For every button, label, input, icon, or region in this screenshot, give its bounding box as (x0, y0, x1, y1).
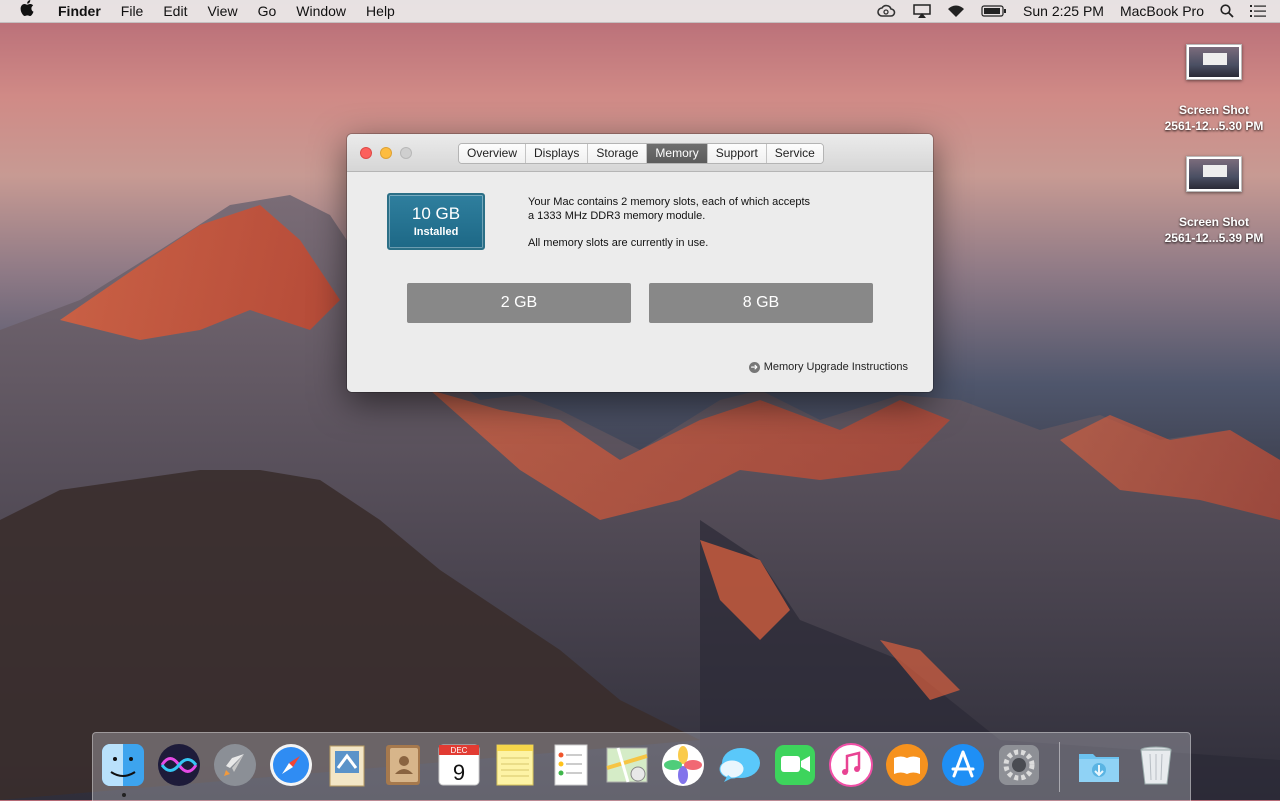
desktop-file-name-line1: Screen Shot (1178, 103, 1250, 117)
memory-slot-2: 8 GB (649, 283, 873, 323)
desktop-wallpaper (0, 195, 1280, 800)
calendar-day-label: 9 (453, 760, 465, 785)
close-window-button[interactable] (360, 147, 372, 159)
dock-photos[interactable] (658, 740, 708, 790)
menu-help[interactable]: Help (356, 0, 405, 22)
screenshot-thumbnail-icon (1186, 44, 1242, 80)
calendar-icon: DEC 9 (438, 744, 480, 786)
photos-icon (662, 744, 704, 786)
spotlight-search-icon[interactable] (1212, 0, 1242, 22)
mail-icon (329, 745, 365, 787)
trash-icon (1140, 746, 1172, 785)
menu-window[interactable]: Window (286, 0, 356, 22)
app-store-icon (942, 744, 984, 786)
wifi-icon[interactable] (939, 0, 973, 22)
menu-go[interactable]: Go (248, 0, 287, 22)
segmented-tab-control: Overview Displays Storage Memory Support… (458, 143, 824, 164)
menu-edit[interactable]: Edit (153, 0, 197, 22)
tab-overview[interactable]: Overview (459, 144, 527, 163)
screenshot-thumbnail-icon (1186, 156, 1242, 192)
dock-ibooks[interactable] (882, 740, 932, 790)
menu-view[interactable]: View (197, 0, 247, 22)
creative-cloud-icon[interactable] (869, 0, 905, 22)
tab-memory[interactable]: Memory (647, 144, 708, 163)
user-menu[interactable]: MacBook Pro (1112, 0, 1212, 22)
dock-system-preferences[interactable] (994, 740, 1044, 790)
menu-app-name[interactable]: Finder (48, 0, 111, 22)
dock-safari[interactable] (266, 740, 316, 790)
notes-icon (496, 744, 534, 786)
desktop-file-screenshot-2[interactable]: Screen Shot 2561-12...5.39 PM (1159, 156, 1269, 246)
dock-reminders[interactable] (546, 740, 596, 790)
dock-mail[interactable] (322, 740, 372, 790)
downloads-folder-icon (1079, 754, 1119, 782)
dock-contacts[interactable] (378, 740, 428, 790)
ibooks-icon (886, 744, 928, 786)
itunes-icon (829, 743, 873, 787)
safari-icon (270, 744, 312, 786)
siri-icon (158, 744, 200, 786)
description-line-1: Your Mac contains 2 memory slots, each o… (528, 196, 811, 208)
dock-trash[interactable] (1131, 740, 1181, 790)
menu-bar: Finder File Edit View Go Window Help Sun… (0, 0, 1280, 23)
dock-separator (1059, 742, 1060, 792)
menu-file[interactable]: File (111, 0, 154, 22)
dock-facetime[interactable] (770, 740, 820, 790)
desktop-file-name-line2: 2561-12...5.39 PM (1164, 231, 1264, 245)
installed-memory-badge: 10 GB Installed (387, 193, 485, 250)
dock-launchpad[interactable] (210, 740, 260, 790)
window-titlebar[interactable]: Overview Displays Storage Memory Support… (347, 134, 933, 172)
tab-service[interactable]: Service (766, 144, 823, 163)
about-this-mac-window: Overview Displays Storage Memory Support… (347, 134, 933, 392)
tab-storage[interactable]: Storage (588, 144, 648, 163)
airplay-icon[interactable] (905, 0, 939, 22)
battery-icon[interactable] (973, 0, 1015, 22)
running-indicator (122, 793, 126, 797)
memory-description: Your Mac contains 2 memory slots, each o… (528, 195, 858, 250)
installed-memory-amount: 10 GB (411, 204, 461, 223)
tab-support[interactable]: Support (707, 144, 767, 163)
arrow-right-circle-icon: ➜ (748, 361, 760, 373)
contacts-icon (386, 745, 420, 785)
dock-notes[interactable] (490, 740, 540, 790)
dock-app-store[interactable] (938, 740, 988, 790)
desktop-file-name-line1: Screen Shot (1178, 215, 1250, 229)
description-line-2: a 1333 MHz DDR3 memory module. (528, 210, 706, 222)
dock-downloads-folder[interactable] (1074, 740, 1124, 790)
finder-icon (102, 744, 144, 786)
desktop-file-name-line2: 2561-12...5.30 PM (1164, 119, 1264, 133)
reminders-icon (554, 744, 588, 786)
memory-slot-1: 2 GB (407, 283, 631, 323)
zoom-window-button[interactable] (400, 147, 412, 159)
installed-memory-label: Installed (413, 226, 459, 238)
description-line-3: All memory slots are currently in use. (528, 237, 709, 249)
dock-itunes[interactable] (826, 740, 876, 790)
launchpad-icon (214, 744, 256, 786)
dock-messages[interactable] (714, 740, 764, 790)
maps-icon (606, 747, 648, 783)
dock-calendar[interactable]: DEC 9 (434, 740, 484, 790)
notification-center-icon[interactable] (1242, 0, 1280, 22)
system-preferences-icon (999, 745, 1039, 785)
dock-maps[interactable] (602, 740, 652, 790)
messages-icon (719, 748, 760, 782)
minimize-window-button[interactable] (380, 147, 392, 159)
dock-finder[interactable] (98, 740, 148, 790)
clock[interactable]: Sun 2:25 PM (1015, 0, 1112, 22)
dock-siri[interactable] (154, 740, 204, 790)
calendar-month-label: DEC (451, 746, 468, 755)
tab-displays[interactable]: Displays (526, 144, 589, 163)
desktop-file-screenshot-1[interactable]: Screen Shot 2561-12...5.30 PM (1159, 44, 1269, 134)
upgrade-link-label: Memory Upgrade Instructions (763, 361, 908, 373)
apple-menu-icon[interactable] (0, 0, 48, 22)
memory-upgrade-instructions-link[interactable]: ➜ Memory Upgrade Instructions (748, 361, 908, 373)
facetime-icon (775, 745, 815, 785)
